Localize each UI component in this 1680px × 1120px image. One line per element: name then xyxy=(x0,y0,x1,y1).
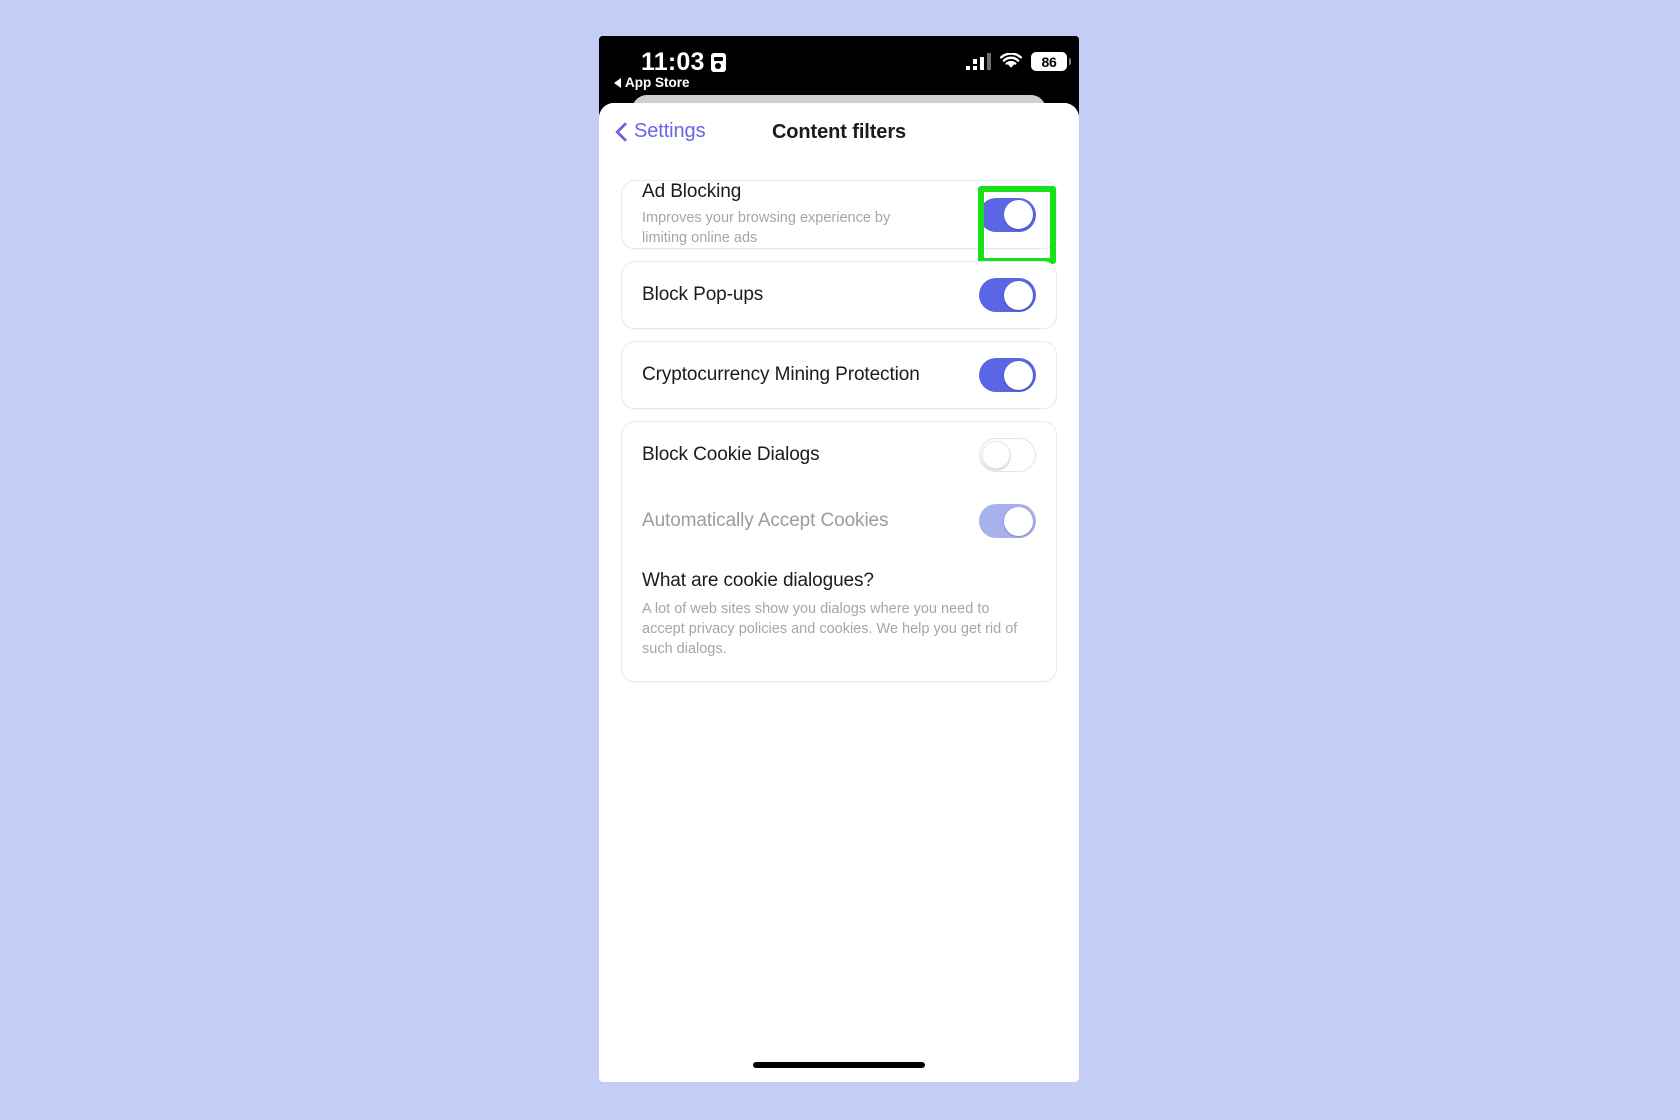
battery-level-label: 86 xyxy=(1041,53,1057,70)
status-time: 11:03 xyxy=(641,48,705,76)
setting-card-ad-blocking: Ad Blocking Improves your browsing exper… xyxy=(621,180,1057,264)
setting-title: Block Cookie Dialogs xyxy=(642,444,820,466)
setting-subtitle: Improves your browsing experience by lim… xyxy=(642,210,891,246)
setting-title: Block Pop-ups xyxy=(642,284,764,306)
setting-title: Cryptocurrency Mining Protection xyxy=(642,364,920,386)
battery-indicator: 86 xyxy=(1031,52,1071,71)
home-indicator[interactable] xyxy=(753,1062,925,1068)
setting-card-block-popups: Block Pop-ups xyxy=(621,261,1057,330)
toggle-knob xyxy=(1004,506,1033,536)
setting-card-crypto-mining-protection: Cryptocurrency Mining Protection xyxy=(621,341,1057,410)
toggle-block-cookie-dialogs[interactable] xyxy=(979,438,1036,473)
toggle-knob xyxy=(982,440,1010,469)
setting-text-group: Cryptocurrency Mining Protection xyxy=(642,364,932,386)
setting-text-group: Block Cookie Dialogs xyxy=(642,444,832,466)
setting-row-ad-blocking[interactable]: Ad Blocking Improves your browsing exper… xyxy=(622,181,1056,248)
toggle-knob xyxy=(1004,360,1033,390)
status-indicators: 86 xyxy=(965,52,1071,71)
toggle-knob xyxy=(1004,280,1033,310)
setting-row-auto-accept-cookies[interactable]: Automatically Accept Cookies xyxy=(622,488,1056,554)
setting-title: Ad Blocking xyxy=(642,181,742,202)
setting-title: Automatically Accept Cookies xyxy=(642,510,889,532)
settings-sheet: Settings Content filters Ad Blocking Imp… xyxy=(599,103,1079,1082)
back-to-app-label: App Store xyxy=(625,75,690,90)
phone-frame: 11:03 App Store 86 Settings Content filt… xyxy=(599,36,1079,1082)
toggle-knob xyxy=(1004,200,1033,230)
cellular-signal-icon xyxy=(965,53,991,70)
wifi-icon xyxy=(1000,53,1022,70)
toggle-ad-blocking[interactable] xyxy=(979,197,1036,232)
navigation-bar: Settings Content filters xyxy=(599,103,1079,168)
setting-text-group: Block Pop-ups xyxy=(642,284,775,306)
toggle-crypto-mining-protection[interactable] xyxy=(979,358,1036,393)
toggle-block-popups[interactable] xyxy=(979,278,1036,313)
settings-list: Ad Blocking Improves your browsing exper… xyxy=(599,167,1079,1082)
cookie-info-title: What are cookie dialogues? xyxy=(642,570,874,592)
status-time-group: 11:03 xyxy=(641,48,726,77)
toggle-auto-accept-cookies[interactable] xyxy=(979,504,1036,539)
setting-card-cookies: Block Cookie Dialogs Automatically Accep… xyxy=(621,421,1057,683)
setting-row-block-cookie-dialogs[interactable]: Block Cookie Dialogs xyxy=(622,422,1056,488)
screen-recording-icon xyxy=(710,53,726,72)
cookie-info-body: A lot of web sites show you dialogs wher… xyxy=(642,601,1018,658)
setting-row-crypto-mining-protection[interactable]: Cryptocurrency Mining Protection xyxy=(622,342,1056,408)
back-to-app-button[interactable]: App Store xyxy=(614,75,690,90)
page-title: Content filters xyxy=(771,121,907,143)
setting-row-block-popups[interactable]: Block Pop-ups xyxy=(622,262,1056,328)
setting-text-group: Ad Blocking Improves your browsing exper… xyxy=(642,181,949,248)
cookie-info-block: What are cookie dialogues? A lot of web … xyxy=(622,564,1056,681)
back-triangle-icon xyxy=(614,77,621,88)
setting-text-group: Automatically Accept Cookies xyxy=(642,510,900,532)
